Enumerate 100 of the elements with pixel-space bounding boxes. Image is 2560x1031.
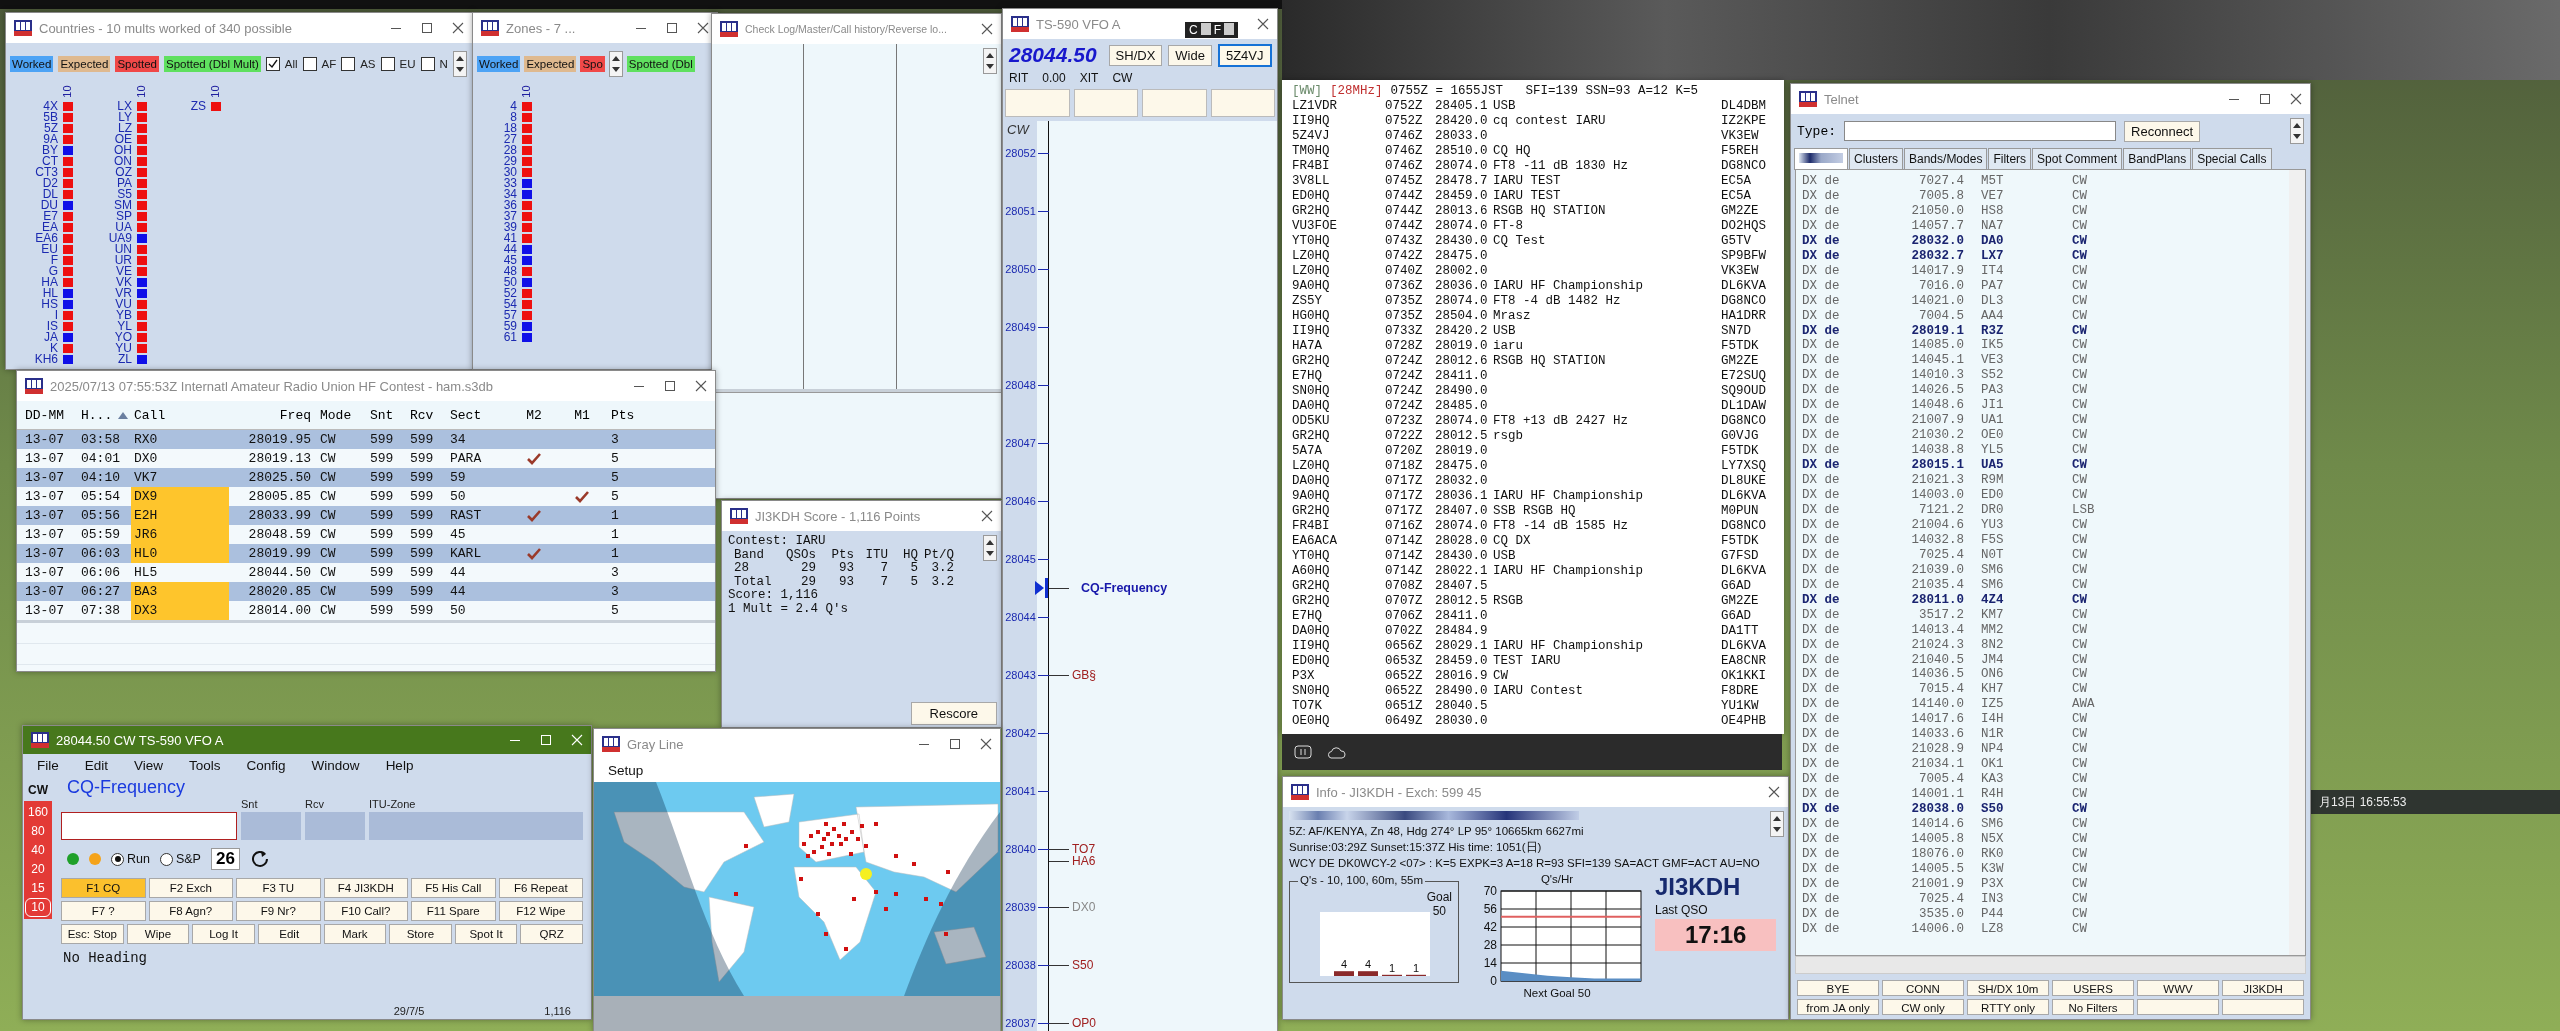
- column-header[interactable]: Snt: [367, 407, 407, 423]
- counter-field[interactable]: 26: [210, 848, 240, 870]
- close-icon[interactable]: [2290, 93, 2302, 105]
- column-header[interactable]: Rcv: [407, 407, 447, 423]
- spinner-icon[interactable]: [983, 48, 997, 74]
- command-input-field[interactable]: [1844, 121, 2116, 141]
- call-input-field[interactable]: [61, 812, 237, 840]
- rcv-input-field[interactable]: [305, 812, 365, 840]
- column-header[interactable]: Freq: [231, 407, 317, 423]
- close-icon[interactable]: [1257, 18, 1269, 30]
- tab[interactable]: BandPlans: [2123, 148, 2192, 169]
- column-header[interactable]: Pts: [605, 407, 715, 423]
- vfo-button[interactable]: Wide: [1168, 44, 1212, 66]
- radio-option[interactable]: S&P: [159, 852, 201, 866]
- band-button[interactable]: 15: [26, 879, 50, 898]
- close-icon[interactable]: [981, 510, 993, 522]
- filter-button[interactable]: CW only: [1882, 999, 1964, 1015]
- bandmap-spot[interactable]: GB§: [1069, 668, 1096, 682]
- close-icon[interactable]: [981, 23, 993, 35]
- snt-input-field[interactable]: [241, 812, 301, 840]
- cluster-button[interactable]: USERS: [2052, 980, 2134, 996]
- bandmap-spot[interactable]: TO7: [1069, 842, 1096, 856]
- column-header[interactable]: M2: [526, 407, 542, 423]
- checkbox[interactable]: [265, 57, 280, 71]
- function-key-button[interactable]: Esc: Stop: [61, 924, 124, 944]
- tab[interactable]: Spot Comment: [2032, 148, 2123, 169]
- menu-item[interactable]: View: [134, 758, 164, 773]
- spinner-icon[interactable]: [2290, 118, 2304, 144]
- band-button[interactable]: 80: [26, 822, 50, 841]
- bandmap-spot[interactable]: CQ-Frequency: [1069, 581, 1168, 595]
- toolbar-letter[interactable]: F: [1213, 23, 1221, 37]
- toolbar-letter[interactable]: C: [1189, 23, 1198, 37]
- cloud-icon[interactable]: [1326, 745, 1346, 759]
- menu-item[interactable]: File: [37, 758, 59, 773]
- function-key-button[interactable]: F1 CQ: [61, 878, 146, 898]
- close-icon[interactable]: [697, 22, 709, 34]
- vfo-button[interactable]: 5Z4VJ: [1217, 43, 1272, 67]
- checkbox[interactable]: [420, 57, 435, 71]
- function-key-button[interactable]: F3 TU: [236, 878, 321, 898]
- close-icon[interactable]: [695, 380, 707, 392]
- menu-item[interactable]: Help: [385, 758, 414, 773]
- checkbox[interactable]: [341, 57, 356, 71]
- column-header[interactable]: H...: [81, 407, 113, 423]
- pause-icon[interactable]: [1294, 745, 1312, 759]
- band-button[interactable]: 160: [26, 803, 50, 822]
- menu-item[interactable]: Window: [311, 758, 360, 773]
- tab[interactable]: [1794, 148, 1848, 170]
- function-key-button[interactable]: F11 Spare: [411, 901, 496, 921]
- function-key-button[interactable]: Store: [389, 924, 452, 944]
- tab[interactable]: Special Calls: [2192, 148, 2272, 169]
- band-button[interactable]: 20: [26, 860, 50, 879]
- zone-input-field[interactable]: [369, 812, 583, 840]
- function-key-button[interactable]: QRZ: [520, 924, 583, 944]
- function-key-button[interactable]: Edit: [257, 924, 321, 944]
- tab[interactable]: Bands/Modes: [1904, 148, 1988, 169]
- function-key-button[interactable]: Mark: [323, 924, 387, 944]
- column-header[interactable]: M1: [574, 407, 590, 423]
- reconnect-button[interactable]: Reconnect: [2124, 120, 2201, 142]
- filter-button[interactable]: from JA only: [1797, 999, 1879, 1015]
- spinner-icon[interactable]: [608, 51, 623, 77]
- radio-option[interactable]: Run: [111, 852, 150, 866]
- maximize-icon[interactable]: [421, 22, 433, 34]
- function-key-button[interactable]: F12 Wipe: [498, 901, 583, 921]
- bandmap-spot[interactable]: HA6: [1069, 854, 1096, 868]
- function-key-button[interactable]: F2 Exch: [148, 878, 233, 898]
- cluster-button[interactable]: CONN: [1882, 980, 1964, 996]
- checkbox[interactable]: [380, 57, 395, 71]
- function-key-button[interactable]: F9 Nr?: [236, 901, 321, 921]
- toolbar-icon[interactable]: [1200, 23, 1211, 35]
- close-icon[interactable]: [980, 738, 992, 750]
- function-key-button[interactable]: Wipe: [126, 924, 190, 944]
- close-icon[interactable]: [452, 22, 464, 34]
- function-key-button[interactable]: F8 Agn?: [148, 901, 233, 921]
- refresh-icon[interactable]: [249, 849, 270, 869]
- band-button[interactable]: 10: [25, 898, 51, 917]
- menu-item[interactable]: Edit: [84, 758, 109, 773]
- function-key-button[interactable]: Log It: [192, 924, 255, 944]
- cluster-button[interactable]: JI3KDH: [2222, 980, 2304, 996]
- function-key-button[interactable]: F4 JI3KDH: [323, 878, 408, 898]
- tab[interactable]: Clusters: [1849, 148, 1903, 169]
- cluster-button[interactable]: WWV: [2137, 980, 2219, 996]
- vfo-button[interactable]: SH/DX: [1108, 44, 1163, 66]
- column-header[interactable]: Call: [131, 407, 231, 423]
- column-header[interactable]: Mode: [317, 407, 367, 423]
- maximize-icon[interactable]: [2259, 93, 2271, 105]
- function-key-button[interactable]: F10 Call?: [323, 901, 408, 921]
- menu-item[interactable]: Config: [246, 758, 286, 773]
- maximize-icon[interactable]: [666, 22, 678, 34]
- function-key-button[interactable]: F7 ?: [61, 901, 146, 921]
- menu-item[interactable]: Tools: [189, 758, 221, 773]
- cluster-button[interactable]: SH/DX 10m: [1967, 980, 2049, 996]
- function-key-button[interactable]: Spot It: [454, 924, 518, 944]
- filter-button[interactable]: RTTY only: [1967, 999, 2049, 1015]
- spinner-icon[interactable]: [983, 535, 997, 561]
- spinner-icon[interactable]: [1770, 811, 1784, 837]
- bandmap-spot[interactable]: OP0: [1069, 1016, 1096, 1030]
- menu-item[interactable]: Setup: [608, 763, 644, 778]
- function-key-button[interactable]: F6 Repeat: [498, 878, 583, 898]
- scrollbar[interactable]: [2289, 170, 2305, 955]
- checkbox[interactable]: [302, 57, 317, 71]
